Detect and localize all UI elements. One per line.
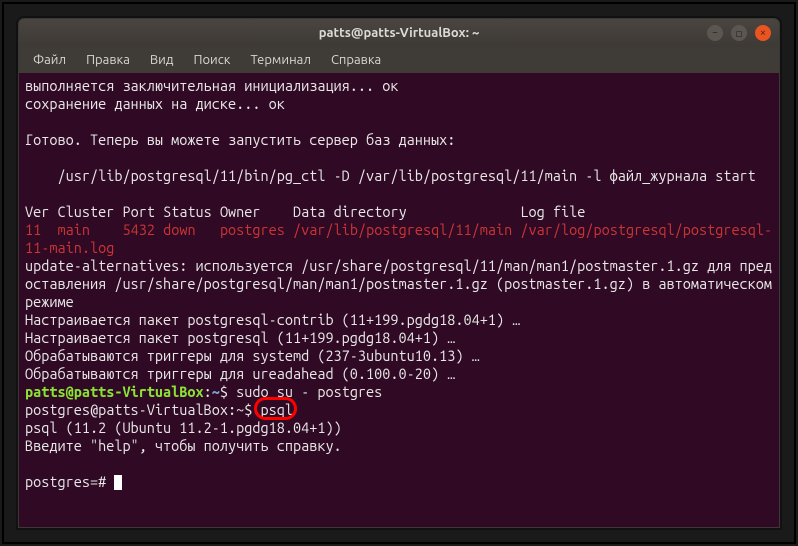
terminal-body[interactable]: выполняется заключительная инициализация… [19,73,779,527]
menu-file[interactable]: Файл [25,51,74,69]
output-line: Готово. Теперь вы можете запустить серве… [25,131,455,148]
output-line: /usr/lib/postgresql/11/bin/pg_ctl -D /va… [25,167,756,184]
output-line: Настраивается пакет postgresql (11+199.p… [25,329,455,346]
window-controls: – ◻ × [707,25,771,41]
maximize-button[interactable]: ◻ [731,25,747,41]
command-psql: psql [260,401,292,418]
menu-help[interactable]: Справка [323,51,389,69]
minimize-button[interactable]: – [707,25,723,41]
menubar: Файл Правка Вид Поиск Терминал Справка [19,47,779,73]
psql-prompt: postgres=# [25,473,114,490]
prompt-line-1: patts@patts-VirtualBox:~$ sudo su - post… [25,383,382,400]
cluster-data-row: 11 main 5432 down postgres /var/lib/post… [25,221,772,256]
output-line: Обрабатываются триггеры для systemd (237… [25,347,480,364]
output-line: Настраивается пакет postgresql-contrib (… [25,311,520,328]
output-line: сохранение данных на диске... ок [25,95,285,112]
menu-view[interactable]: Вид [142,51,182,69]
output-line: psql (11.2 (Ubuntu 11.2-1.pgdg18.04+1)) [25,419,342,436]
prompt-line-2: postgres@patts-VirtualBox:~$ psql [25,401,293,418]
terminal-window: patts@patts-VirtualBox: ~ – ◻ × Файл Пра… [18,18,780,528]
output-line: update-alternatives: используется /usr/s… [25,257,780,310]
menu-terminal[interactable]: Терминал [242,51,318,69]
menu-search[interactable]: Поиск [185,51,238,69]
output-line: Обрабатываются триггеры для ureadahead (… [25,365,455,382]
output-line: Введите "help", чтобы получить справку. [25,437,342,454]
cluster-header-row: Ver Cluster Port Status Owner Data direc… [25,203,585,220]
close-button[interactable]: × [755,25,771,41]
window-title: patts@patts-VirtualBox: ~ [319,26,480,40]
menu-edit[interactable]: Правка [78,51,138,69]
titlebar[interactable]: patts@patts-VirtualBox: ~ – ◻ × [19,19,779,47]
output-line: выполняется заключительная инициализация… [25,77,399,94]
cursor [114,475,122,490]
command-sudo-su: sudo su - postgres [236,383,382,400]
